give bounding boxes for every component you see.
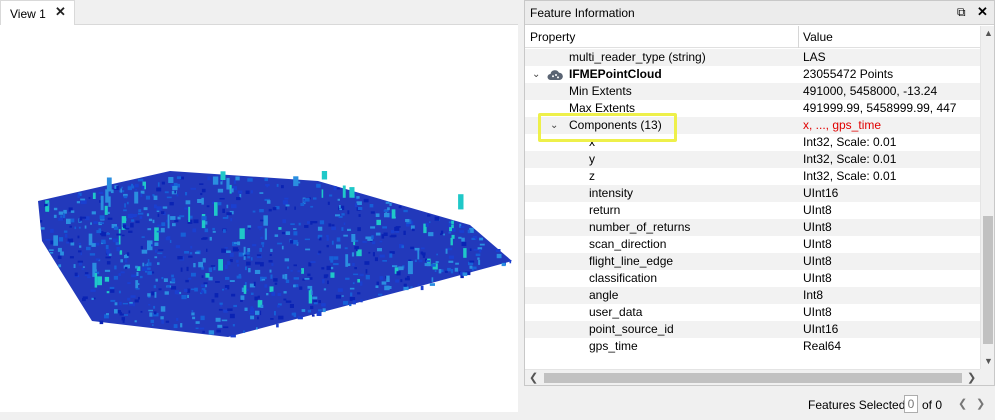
chevron-down-icon[interactable]: ⌄ [532, 66, 540, 83]
property-value: 23055472 Points [803, 67, 894, 81]
property-value: UInt8 [803, 254, 832, 268]
tree-row[interactable]: intensity UInt16 [525, 185, 980, 202]
view-panel: View 1 ✕ [0, 0, 518, 412]
panel-title: Feature Information [530, 6, 635, 20]
tree-row[interactable]: angle Int8 [525, 287, 980, 304]
tree-row[interactable]: scan_direction UInt8 [525, 236, 980, 253]
property-name: return [589, 203, 621, 217]
tree-row[interactable]: multi_reader_type (string) LAS [525, 49, 980, 66]
status-bar: Features Selected: 0 of 0 ❮ ❯ [524, 390, 995, 420]
property-name: number_of_returns [589, 220, 691, 234]
view-tab-label: View 1 [10, 7, 46, 21]
tree-row[interactable]: ⌄ IFMEPointCloud 23055472 Points [525, 66, 980, 83]
property-name: classification [589, 271, 658, 285]
tree-row[interactable]: number_of_returns UInt8 [525, 219, 980, 236]
property-value: UInt16 [803, 322, 839, 336]
tree-row[interactable]: flight_line_edge UInt8 [525, 253, 980, 270]
property-name: scan_direction [589, 237, 667, 251]
view-tab[interactable]: View 1 ✕ [0, 0, 75, 26]
column-separator[interactable] [798, 26, 799, 48]
property-name: angle [589, 288, 619, 302]
tree-row[interactable]: z Int32, Scale: 0.01 [525, 168, 980, 185]
property-value: UInt8 [803, 237, 832, 251]
property-value: UInt8 [803, 271, 832, 285]
scrollbar-corner [980, 369, 994, 385]
view-tab-bar: View 1 ✕ [0, 0, 518, 26]
property-name: intensity [589, 186, 634, 200]
property-name: IFMEPointCloud [569, 67, 662, 81]
property-value: UInt16 [803, 186, 839, 200]
point-cloud-viewport[interactable] [0, 25, 518, 412]
tree-row[interactable]: return UInt8 [525, 202, 980, 219]
property-value: Int32, Scale: 0.01 [803, 152, 897, 166]
property-name: Min Extents [569, 84, 632, 98]
property-value: Int32, Scale: 0.01 [803, 135, 897, 149]
tree-row[interactable]: gps_time Real64 [525, 338, 980, 355]
float-window-icon[interactable]: ⧉ [957, 5, 966, 20]
property-value: Int32, Scale: 0.01 [803, 169, 897, 183]
scroll-left-icon[interactable]: ❮ [529, 371, 538, 384]
features-selected-input[interactable]: 0 [904, 395, 918, 413]
property-name: z [589, 169, 595, 183]
column-headers: Property Value [525, 26, 980, 48]
property-value: 491000, 5458000, -13.24 [803, 84, 938, 98]
close-icon[interactable]: ✕ [55, 5, 66, 19]
previous-feature-icon[interactable]: ❮ [958, 397, 967, 410]
property-name: point_source_id [589, 322, 674, 336]
point-cloud-render [38, 171, 512, 338]
scroll-down-icon[interactable]: ▼ [984, 356, 993, 366]
point-cloud-icon [547, 70, 563, 80]
close-icon[interactable]: ✕ [977, 4, 988, 20]
property-value: 491999.99, 5458999.99, 447 [803, 101, 957, 115]
property-name: flight_line_edge [589, 254, 674, 268]
property-value: UInt8 [803, 203, 832, 217]
components-highlight-box [538, 113, 677, 142]
column-header-value[interactable]: Value [803, 30, 833, 44]
vertical-scrollbar[interactable]: ▲ ▼ [980, 26, 994, 369]
tree-row[interactable]: user_data UInt8 [525, 304, 980, 321]
horizontal-scrollbar[interactable]: ❮ ❯ [525, 369, 980, 385]
tree-row[interactable]: point_source_id UInt16 [525, 321, 980, 338]
feature-information-panel: Feature Information ⧉ ✕ Property Value m… [524, 0, 995, 386]
column-header-property[interactable]: Property [530, 30, 575, 44]
property-name: user_data [589, 305, 643, 319]
property-value: UInt8 [803, 220, 832, 234]
property-value: x, ..., gps_time [803, 118, 882, 132]
tree-row[interactable]: classification UInt8 [525, 270, 980, 287]
vertical-scroll-thumb[interactable] [983, 216, 993, 344]
horizontal-scroll-thumb[interactable] [544, 373, 962, 383]
property-name: multi_reader_type (string) [569, 50, 706, 64]
property-value: Int8 [803, 288, 824, 302]
property-name: y [589, 152, 595, 166]
tree-row[interactable]: Min Extents 491000, 5458000, -13.24 [525, 83, 980, 100]
property-value: LAS [803, 50, 826, 64]
scroll-up-icon[interactable]: ▲ [984, 28, 993, 38]
property-value: Real64 [803, 339, 842, 353]
tree-row[interactable]: y Int32, Scale: 0.01 [525, 151, 980, 168]
feature-tree: multi_reader_type (string) LAS ⌄ IFMEPoi… [525, 49, 980, 368]
property-name: gps_time [589, 339, 638, 353]
features-selected-label: Features Selected: [808, 398, 909, 412]
next-feature-icon[interactable]: ❯ [976, 397, 985, 410]
scroll-right-icon[interactable]: ❯ [967, 371, 976, 384]
panel-title-bar: Feature Information ⧉ ✕ [525, 1, 994, 25]
features-total-label: of 0 [922, 398, 943, 412]
property-value: UInt8 [803, 305, 832, 319]
